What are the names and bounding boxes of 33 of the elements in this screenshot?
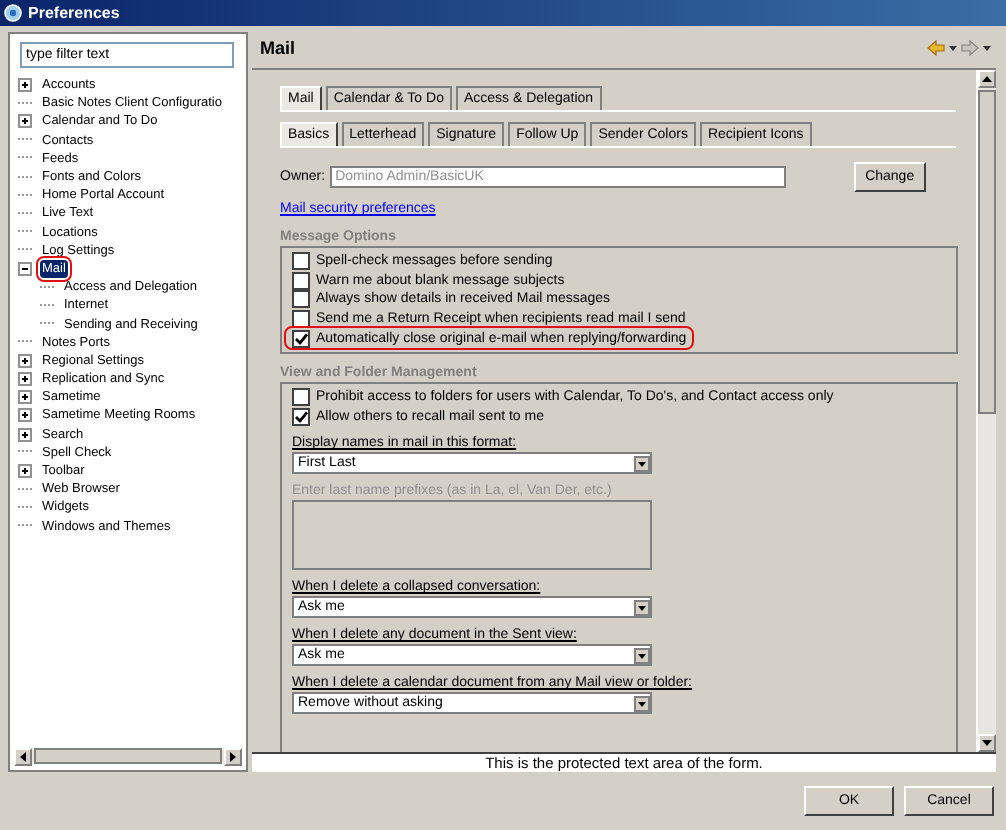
scroll-left-icon[interactable] xyxy=(14,747,32,765)
page-title: Mail xyxy=(260,37,296,57)
dropdown-arrow-icon[interactable] xyxy=(634,599,650,616)
dropdown-arrow-icon[interactable] xyxy=(634,695,650,712)
check-icon xyxy=(294,409,308,424)
checkbox[interactable] xyxy=(292,407,310,426)
expand-icon[interactable] xyxy=(18,114,32,129)
dropdown-arrow-icon[interactable] xyxy=(634,647,650,664)
expand-icon[interactable] xyxy=(18,372,32,387)
checkbox[interactable] xyxy=(292,388,310,407)
checkbox[interactable] xyxy=(292,329,310,348)
expand-icon[interactable] xyxy=(18,427,32,442)
horizontal-scrollbar[interactable] xyxy=(14,748,242,764)
checkbox[interactable] xyxy=(292,290,310,309)
app-icon xyxy=(4,4,22,22)
window-title: Preferences xyxy=(28,4,120,22)
scroll-down-icon[interactable] xyxy=(978,734,996,752)
checkbox[interactable] xyxy=(292,271,310,290)
scroll-thumb[interactable] xyxy=(978,90,996,414)
scroll-right-icon[interactable] xyxy=(224,747,242,765)
expand-icon[interactable] xyxy=(18,78,32,93)
expand-icon[interactable] xyxy=(18,408,32,423)
scroll-up-icon[interactable] xyxy=(978,70,996,88)
collapse-icon[interactable] xyxy=(18,261,32,276)
scroll-thumb[interactable] xyxy=(34,748,222,764)
dropdown-arrow-icon[interactable] xyxy=(634,455,650,472)
vertical-scrollbar[interactable] xyxy=(976,70,996,752)
expand-icon[interactable] xyxy=(18,353,32,368)
text-area[interactable] xyxy=(292,500,652,571)
checkbox[interactable] xyxy=(292,252,310,271)
expand-icon[interactable] xyxy=(18,390,32,405)
expand-icon[interactable] xyxy=(18,464,32,479)
check-icon xyxy=(294,331,308,346)
